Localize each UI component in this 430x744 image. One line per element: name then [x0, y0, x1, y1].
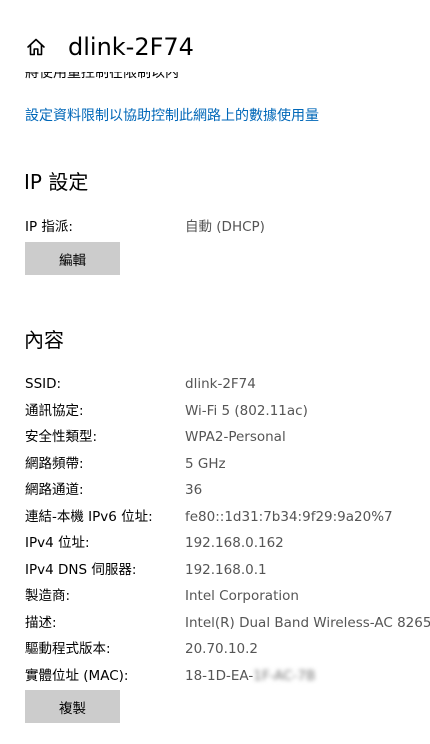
- page-header: dlink-2F74: [0, 0, 430, 72]
- protocol-label: 通訊協定:: [25, 403, 84, 419]
- ip-assignment-value: 自動 (DHCP): [185, 219, 265, 235]
- mac-address-label: 實體位址 (MAC):: [25, 668, 129, 684]
- driver-version-value: 20.70.10.2: [185, 641, 258, 657]
- network-band-value: 5 GHz: [185, 456, 226, 472]
- ipv6-address-label: 連結-本機 IPv6 位址:: [25, 509, 153, 525]
- ipv6-address-value: fe80::1d31:7b34:9f29:9a20%7: [185, 509, 393, 525]
- mac-address-obscured: 1F-AC-7B: [253, 668, 316, 684]
- ipv4-address-value: 192.168.0.162: [185, 535, 284, 551]
- ip-assignment-label: IP 指派:: [25, 219, 73, 235]
- network-channel-label: 網路通道:: [25, 482, 84, 498]
- network-channel-value: 36: [185, 482, 203, 498]
- home-icon[interactable]: [26, 37, 46, 57]
- properties-heading: 內容: [24, 328, 64, 352]
- security-type-label: 安全性類型:: [25, 429, 98, 445]
- mac-address-visible: 18-1D-EA-: [185, 668, 254, 684]
- security-type-value: WPA2-Personal: [185, 429, 286, 445]
- ssid-label: SSID:: [25, 376, 62, 392]
- copy-button[interactable]: 複製: [25, 690, 120, 723]
- description-value: Intel(R) Dual Band Wireless-AC 8265: [185, 615, 430, 631]
- ip-settings-heading: IP 設定: [24, 170, 89, 194]
- set-data-limit-link[interactable]: 設定資料限制以協助控制此網路上的數據使用量: [25, 106, 319, 126]
- protocol-value: Wi-Fi 5 (802.11ac): [185, 403, 308, 419]
- network-band-label: 網路頻帶:: [25, 456, 84, 472]
- manufacturer-label: 製造商:: [25, 588, 71, 604]
- ssid-value: dlink-2F74: [185, 376, 256, 392]
- page-title: dlink-2F74: [68, 33, 194, 61]
- driver-version-label: 驅動程式版本:: [25, 641, 111, 657]
- mac-address-value: 18-1D-EA-1F-AC-7B: [185, 666, 315, 686]
- manufacturer-value: Intel Corporation: [185, 588, 299, 604]
- edit-button[interactable]: 編輯: [25, 242, 120, 275]
- ipv4-dns-value: 192.168.0.1: [185, 562, 267, 578]
- ipv4-dns-label: IPv4 DNS 伺服器:: [25, 562, 137, 578]
- ipv4-address-label: IPv4 位址:: [25, 535, 90, 551]
- description-label: 描述:: [25, 615, 57, 631]
